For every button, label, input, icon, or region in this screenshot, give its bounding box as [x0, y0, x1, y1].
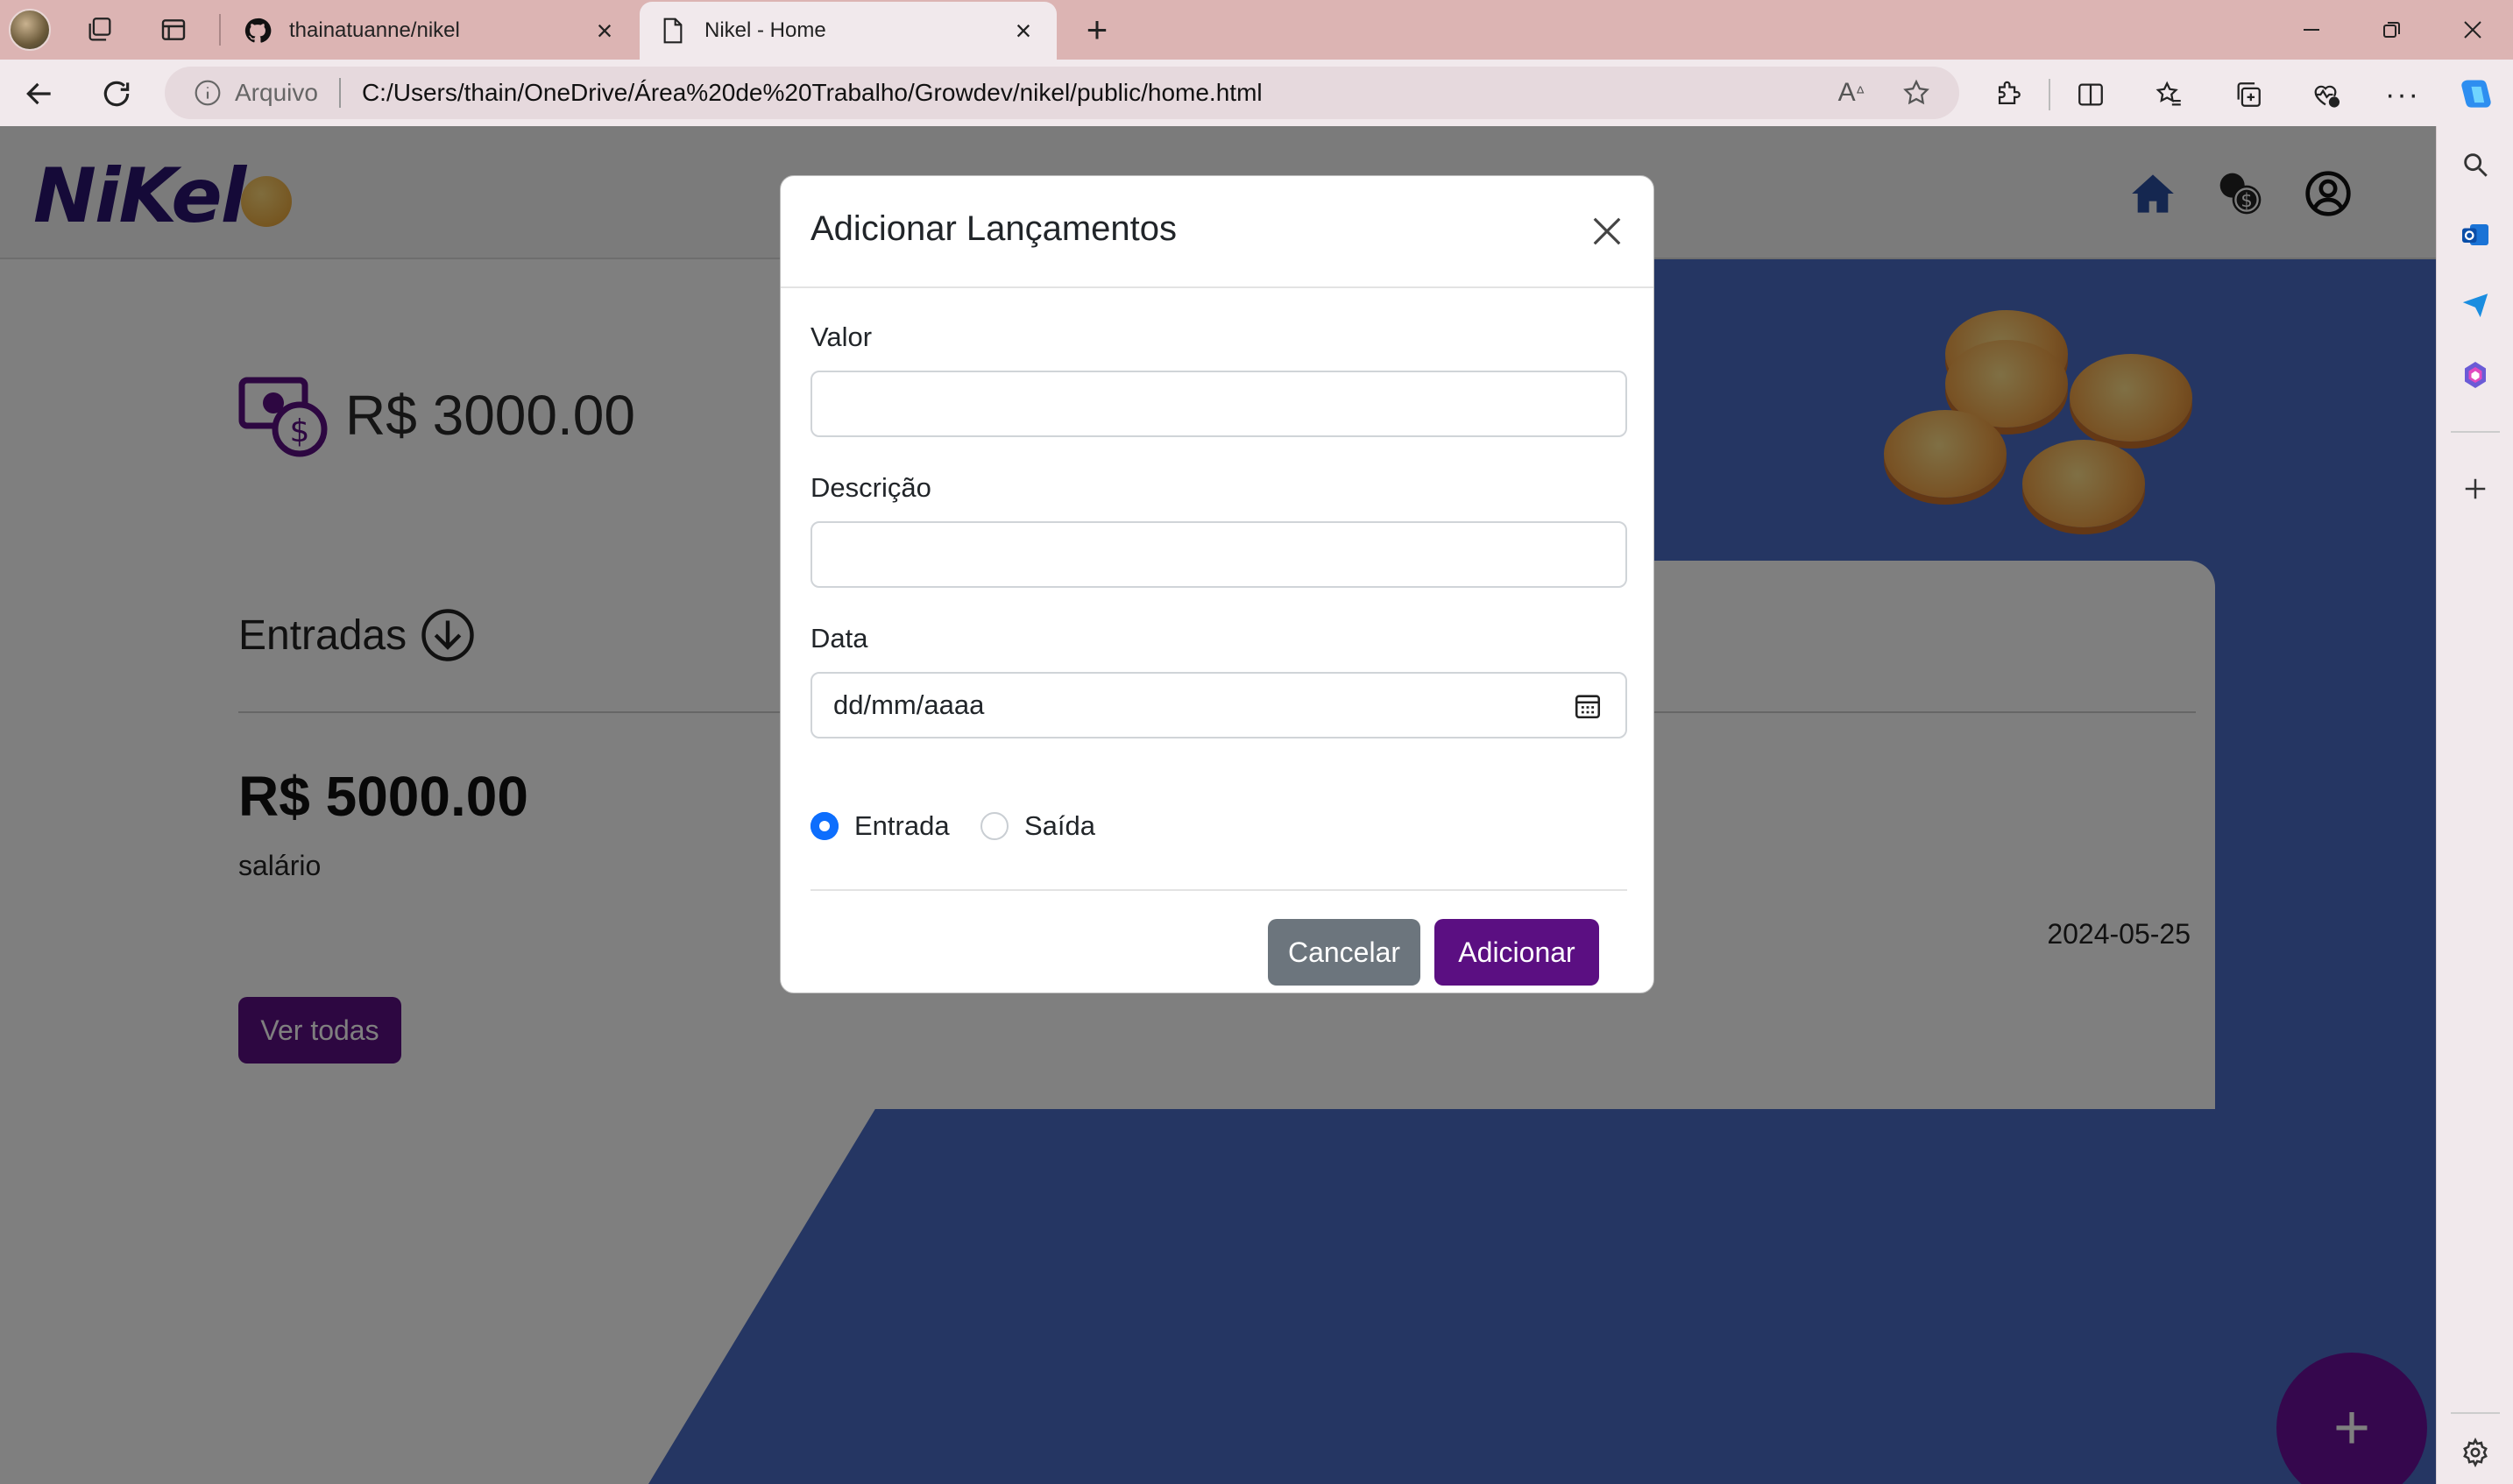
github-icon [240, 13, 275, 48]
cancel-button[interactable]: Cancelar [1268, 919, 1420, 986]
url-prefix: Arquivo [235, 79, 318, 106]
saida-radio[interactable]: Saída [980, 810, 1095, 842]
sidebar-divider [2451, 431, 2500, 433]
value-label: Valor [811, 322, 873, 352]
page-icon [655, 13, 690, 48]
web-page: NiKel $ $ R$ 3000.00 Entradas [0, 126, 2436, 1484]
description-label: Descrição [811, 472, 931, 503]
value-input[interactable] [811, 371, 1627, 437]
close-window-button[interactable] [2438, 9, 2508, 51]
tab-nikel-home[interactable]: Nikel - Home × [640, 2, 1057, 60]
outlook-icon[interactable] [2454, 214, 2496, 256]
profile-avatar[interactable] [9, 9, 51, 51]
date-input[interactable]: dd/mm/aaaa [811, 672, 1627, 738]
url-divider [338, 78, 341, 108]
browser-essentials-icon[interactable] [2303, 72, 2348, 117]
more-options-icon[interactable]: ··· [2380, 72, 2425, 117]
edge-sidebar [2436, 126, 2513, 1484]
favorite-star-icon[interactable] [1894, 71, 1938, 115]
radio-label: Saída [1024, 810, 1096, 841]
microsoft365-icon[interactable] [2454, 354, 2496, 396]
add-entry-modal: Adicionar Lançamentos Valor Descrição Da… [780, 175, 1654, 993]
close-icon[interactable] [1585, 209, 1629, 253]
collections-icon[interactable] [2226, 72, 2271, 117]
workspaces-icon[interactable] [79, 9, 121, 51]
modal-divider [811, 889, 1627, 891]
tab-close-button[interactable]: × [1006, 13, 1041, 48]
date-label: Data [811, 623, 868, 654]
new-tab-button[interactable]: + [1078, 9, 1116, 50]
tab-actions-icon[interactable] [152, 9, 195, 51]
search-icon[interactable] [2454, 144, 2496, 186]
toolbar-divider [2049, 79, 2050, 110]
copilot-icon[interactable] [2453, 72, 2499, 117]
address-bar[interactable]: Arquivo C:/Users/thain/OneDrive/Área%20d… [165, 67, 1959, 119]
minimize-button[interactable] [2276, 9, 2347, 51]
extensions-icon[interactable] [1986, 72, 2031, 117]
radio-label: Entrada [854, 810, 950, 841]
radio-unchecked[interactable] [980, 812, 1009, 840]
date-placeholder: dd/mm/aaaa [833, 689, 985, 720]
settings-gear-icon[interactable] [2454, 1431, 2496, 1473]
info-icon[interactable] [193, 78, 223, 108]
restore-button[interactable] [2357, 9, 2427, 51]
description-input[interactable] [811, 521, 1627, 588]
entrada-radio[interactable]: Entrada [811, 810, 950, 842]
send-icon[interactable] [2454, 284, 2496, 326]
add-sidebar-icon[interactable] [2454, 468, 2496, 510]
radio-checked[interactable] [811, 812, 839, 840]
reload-button[interactable] [95, 72, 138, 116]
modal-header: Adicionar Lançamentos [781, 176, 1653, 288]
favorites-icon[interactable] [2147, 72, 2192, 117]
tab-divider [219, 14, 221, 46]
sidebar-divider [2451, 1412, 2500, 1414]
tab-title: Nikel - Home [704, 18, 826, 42]
url-text[interactable]: C:/Users/thain/OneDrive/Área%20de%20Trab… [362, 79, 1830, 107]
back-button[interactable] [18, 72, 61, 116]
tab-close-button[interactable]: × [587, 13, 622, 48]
add-button[interactable]: Adicionar [1434, 919, 1599, 986]
calendar-icon[interactable] [1573, 691, 1603, 721]
tab-title: thainatuanne/nikel [289, 18, 460, 42]
read-aloud-icon[interactable]: Aᐞ [1830, 71, 1873, 115]
browser-tab-bar: thainatuanne/nikel × Nikel - Home × + [0, 0, 2513, 60]
tab-github[interactable]: thainatuanne/nikel × [224, 2, 638, 60]
modal-title: Adicionar Lançamentos [811, 209, 1178, 248]
split-screen-icon[interactable] [2068, 72, 2113, 117]
